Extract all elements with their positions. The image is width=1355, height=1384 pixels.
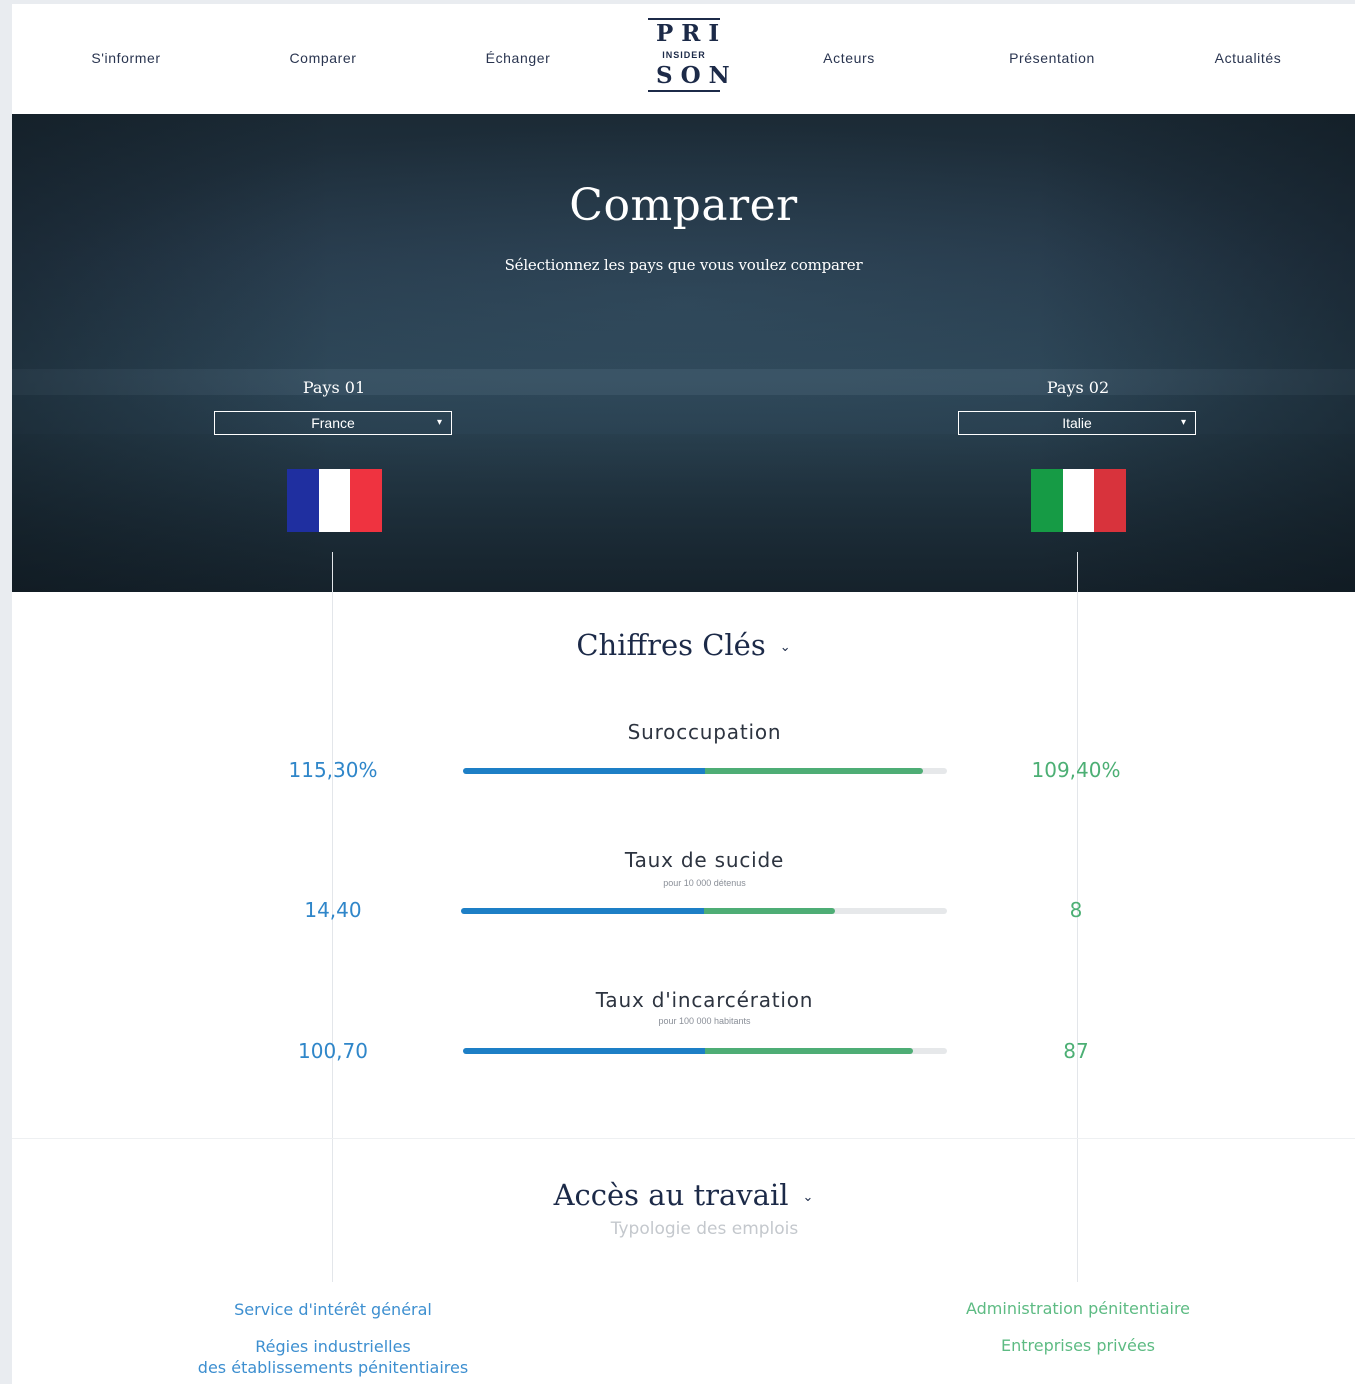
country1-selected-value: France (311, 415, 355, 431)
country1-label: Pays 01 (302, 378, 366, 397)
work-item-left[interactable]: Régies industrielles des établissements … (153, 1336, 513, 1378)
logo-text-bottom: SON (656, 62, 738, 89)
prison-insider-logo[interactable]: PRI INSIDER SON (648, 18, 738, 98)
nav-actualites[interactable]: Actualités (1215, 50, 1282, 66)
chevron-down-icon: ▾ (436, 417, 442, 428)
flag-stripe (318, 469, 351, 532)
metric-bar-left (461, 908, 704, 914)
page-title: Comparer (569, 180, 798, 231)
page-subtitle: Sélectionnez les pays que vous voulez co… (504, 256, 863, 274)
flag-stripe (350, 469, 383, 532)
work-item-right[interactable]: Entreprises privées (898, 1336, 1258, 1355)
work-item-right[interactable]: Administration pénitentiaire (898, 1299, 1258, 1318)
chevron-down-icon: ▾ (1180, 417, 1186, 428)
work-access-title: Accès au travail (553, 1178, 789, 1212)
chevron-down-icon: ⌄ (802, 1189, 814, 1205)
key-figures-heading[interactable]: Chiffres Clés ⌄ (12, 628, 1355, 662)
chevron-down-icon: ⌄ (779, 639, 791, 655)
hero-banner: Comparer Sélectionnez les pays que vous … (12, 114, 1355, 592)
section-divider (12, 1138, 1355, 1139)
country1-select[interactable]: France ▾ (214, 411, 452, 435)
page: S'informer Comparer Échanger PRI INSIDER… (12, 4, 1355, 1384)
logo-text-middle: INSIDER (662, 50, 706, 60)
metric-label: Suroccupation (627, 720, 782, 744)
metric-value-right: 87 (1063, 1039, 1089, 1063)
metric-value-right: 8 (1069, 898, 1083, 922)
metric-bar-left (463, 768, 705, 774)
flag-stripe (287, 469, 319, 532)
country2-select[interactable]: Italie ▾ (958, 411, 1196, 435)
metric-sublabel: pour 10 000 détenus (663, 878, 746, 888)
nav-comparer[interactable]: Comparer (289, 50, 356, 66)
nav-acteurs[interactable]: Acteurs (823, 50, 875, 66)
key-figures-title: Chiffres Clés (576, 628, 766, 662)
nav-echanger[interactable]: Échanger (486, 50, 551, 66)
country2-label: Pays 02 (1046, 378, 1110, 397)
metric-label: Taux d'incarcération (595, 988, 814, 1012)
france-flag-icon (287, 469, 383, 532)
nav-s-informer[interactable]: S'informer (91, 50, 160, 66)
logo-text-top: PRI (656, 20, 728, 47)
metric-value-left: 14,40 (304, 898, 362, 922)
work-access-heading[interactable]: Accès au travail ⌄ (12, 1178, 1355, 1212)
flag-stripe (1062, 469, 1095, 532)
metric-value-left: 115,30% (288, 758, 378, 782)
metric-bar-right (704, 908, 836, 914)
metric-value-right: 109,40% (1031, 758, 1121, 782)
nav-presentation[interactable]: Présentation (1009, 50, 1095, 66)
metric-bar-right (705, 768, 923, 774)
flag-stripe (1031, 469, 1063, 532)
logo-rule-bottom (648, 90, 720, 92)
metric-label: Taux de sucide (624, 848, 785, 872)
metric-value-left: 100,70 (298, 1039, 368, 1063)
top-navigation: S'informer Comparer Échanger PRI INSIDER… (12, 4, 1355, 114)
work-item-left[interactable]: Service d'intérêt général (153, 1299, 513, 1320)
work-access-subtitle: Typologie des emplois (610, 1219, 799, 1239)
country2-selected-value: Italie (1062, 415, 1092, 431)
italy-flag-icon (1031, 469, 1127, 532)
flag-stripe (1094, 469, 1127, 532)
metric-sublabel: pour 100 000 habitants (658, 1016, 751, 1026)
metric-bar-left (463, 1048, 705, 1054)
metric-bar-right (705, 1048, 914, 1054)
